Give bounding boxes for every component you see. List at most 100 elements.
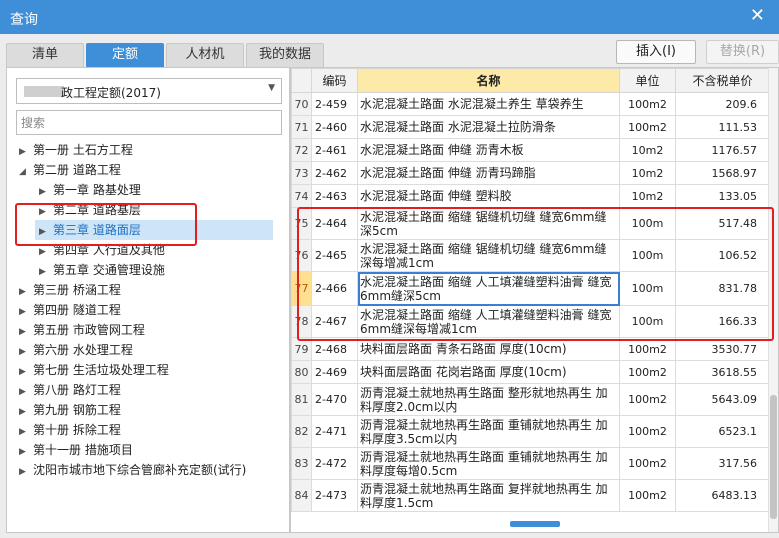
code-cell[interactable]: 2-469 [311,360,358,384]
row-number-cell[interactable]: 73 [291,161,312,185]
row-number-cell[interactable]: 81 [291,383,312,416]
search-input[interactable] [16,110,282,135]
chevron-right-icon[interactable]: ▶ [19,142,33,162]
tab-bill[interactable]: 清单 [6,43,84,67]
chevron-right-icon[interactable]: ▶ [19,442,33,462]
replace-button[interactable]: 替换(R) [706,40,779,64]
unit-cell[interactable]: 100m2 [619,447,676,480]
price-cell[interactable]: 1176.57 [675,138,770,162]
chevron-right-icon[interactable]: ▶ [19,382,33,402]
chevron-down-icon[interactable]: ◢ [19,162,33,182]
tree-item[interactable]: ◢ 第二册 道路工程 [19,160,121,180]
tree-item[interactable]: ▶ 第三册 桥涵工程 [19,280,121,300]
table-row[interactable]: 72 2-461 水泥混凝土路面 伸缝 沥青木板 10m2 1176.57 [291,138,770,162]
row-number-cell[interactable]: 80 [291,360,312,384]
close-icon[interactable]: ✕ [750,6,765,26]
tab-labor-material-machine[interactable]: 人材机 [166,43,244,67]
tree-item[interactable]: ▶ 沈阳市城市地下综合管廊补充定额(试行) [19,460,246,480]
tree-item[interactable]: ▶ 第一章 路基处理 [39,180,141,200]
chevron-right-icon[interactable]: ▶ [19,322,33,342]
unit-cell[interactable]: 10m2 [619,161,676,185]
code-cell[interactable]: 2-460 [311,115,358,139]
name-cell[interactable]: 块料面层路面 花岗岩路面 厚度(10cm) [357,360,620,384]
row-number-cell[interactable]: 84 [291,479,312,512]
unit-cell[interactable]: 100m2 [619,415,676,448]
row-number-cell[interactable]: 72 [291,138,312,162]
row-number-cell[interactable]: 71 [291,115,312,139]
code-cell[interactable]: 2-459 [311,92,358,116]
code-cell[interactable]: 2-471 [311,415,358,448]
price-cell[interactable]: 3618.55 [675,360,770,384]
name-cell[interactable]: 沥青混凝土就地热再生路面 重铺就地热再生 加料厚度3.5cm以内 [357,415,620,448]
row-number-cell[interactable]: 70 [291,92,312,116]
chevron-right-icon[interactable]: ▶ [19,462,33,482]
tab-quota[interactable]: 定额 [86,43,164,67]
unit-cell[interactable]: 100m2 [619,360,676,384]
table-row[interactable]: 71 2-460 水泥混凝土路面 水泥混凝土拉防滑条 100m2 111.53 [291,115,770,139]
name-cell[interactable]: 水泥混凝土路面 伸缝 沥青玛蹄脂 [357,161,620,185]
code-cell[interactable]: 2-470 [311,383,358,416]
insert-button[interactable]: 插入(I) [616,40,696,64]
unit-cell[interactable]: 10m2 [619,184,676,208]
table-row[interactable]: 74 2-463 水泥混凝土路面 伸缝 塑料胶 10m2 133.05 [291,184,770,208]
table-row[interactable]: 84 2-473 沥青混凝土就地热再生路面 复拌就地热再生 加料厚度1.5cm 100… [291,479,770,512]
scrollbar-thumb[interactable] [770,395,777,519]
unit-cell[interactable]: 100m2 [619,92,676,116]
code-cell[interactable]: 2-473 [311,479,358,512]
price-column-header[interactable]: 不含税单价 [675,68,770,93]
unit-cell[interactable]: 100m2 [619,383,676,416]
unit-cell[interactable]: 10m2 [619,138,676,162]
chevron-right-icon[interactable]: ▶ [39,182,53,202]
tree-item[interactable]: ▶ 第七册 生活垃圾处理工程 [19,360,169,380]
table-row[interactable]: 73 2-462 水泥混凝土路面 伸缝 沥青玛蹄脂 10m2 1568.97 [291,161,770,185]
price-cell[interactable]: 5643.09 [675,383,770,416]
unit-column-header[interactable]: 单位 [619,68,676,93]
tree-item[interactable]: ▶ 第八册 路灯工程 [19,380,121,400]
tree-item[interactable]: ▶ 第十一册 措施项目 [19,440,133,460]
price-cell[interactable]: 317.56 [675,447,770,480]
price-cell[interactable]: 133.05 [675,184,770,208]
row-number-cell[interactable]: 74 [291,184,312,208]
table-row[interactable]: 83 2-472 沥青混凝土就地热再生路面 重铺就地热再生 加料厚度每增0.5cm 1… [291,447,770,480]
row-number-cell[interactable]: 83 [291,447,312,480]
chevron-right-icon[interactable]: ▶ [19,342,33,362]
unit-cell[interactable]: 100m2 [619,115,676,139]
table-row[interactable]: 82 2-471 沥青混凝土就地热再生路面 重铺就地热再生 加料厚度3.5cm以内 1… [291,415,770,448]
tree-item[interactable]: ▶ 第五章 交通管理设施 [39,260,165,280]
name-cell[interactable]: 沥青混凝土就地热再生路面 整形就地热再生 加料厚度2.0cm以内 [357,383,620,416]
name-cell[interactable]: 水泥混凝土路面 水泥混凝土养生 草袋养生 [357,92,620,116]
tab-my-data[interactable]: 我的数据 [246,43,324,67]
tree-item[interactable]: ▶ 第六册 水处理工程 [19,340,133,360]
name-cell[interactable]: 水泥混凝土路面 伸缝 沥青木板 [357,138,620,162]
code-cell[interactable]: 2-472 [311,447,358,480]
table-row[interactable]: 70 2-459 水泥混凝土路面 水泥混凝土养生 草袋养生 100m2 209.6 [291,92,770,116]
chevron-right-icon[interactable]: ▶ [19,422,33,442]
tree-item[interactable]: ▶ 第十册 拆除工程 [19,420,121,440]
name-cell[interactable]: 沥青混凝土就地热再生路面 复拌就地热再生 加料厚度1.5cm [357,479,620,512]
price-cell[interactable]: 1568.97 [675,161,770,185]
unit-cell[interactable]: 100m2 [619,479,676,512]
name-column-header[interactable]: 名称 [357,68,620,93]
code-cell[interactable]: 2-462 [311,161,358,185]
name-cell[interactable]: 水泥混凝土路面 水泥混凝土拉防滑条 [357,115,620,139]
price-cell[interactable]: 111.53 [675,115,770,139]
chevron-right-icon[interactable]: ▶ [19,402,33,422]
tree-item[interactable]: ▶ 第五册 市政管网工程 [19,320,145,340]
tree-item[interactable]: ▶ 第一册 土石方工程 [19,140,133,160]
tree-item[interactable]: ▶ 第九册 钢筋工程 [19,400,121,420]
splitter-handle[interactable] [510,521,560,527]
chevron-right-icon[interactable]: ▶ [19,302,33,322]
code-column-header[interactable]: 编码 [311,68,358,93]
price-cell[interactable]: 6483.13 [675,479,770,512]
row-number-cell[interactable]: 82 [291,415,312,448]
chevron-right-icon[interactable]: ▶ [39,262,53,282]
price-cell[interactable]: 209.6 [675,92,770,116]
tree-item[interactable]: ▶ 第四册 隧道工程 [19,300,121,320]
chevron-right-icon[interactable]: ▶ [19,362,33,382]
name-cell[interactable]: 水泥混凝土路面 伸缝 塑料胶 [357,184,620,208]
chevron-right-icon[interactable]: ▶ [19,282,33,302]
table-row[interactable]: 80 2-469 块料面层路面 花岗岩路面 厚度(10cm) 100m2 3618.55 [291,360,770,384]
table-row[interactable]: 81 2-470 沥青混凝土就地热再生路面 整形就地热再生 加料厚度2.0cm以内 1… [291,383,770,416]
code-cell[interactable]: 2-461 [311,138,358,162]
price-cell[interactable]: 6523.1 [675,415,770,448]
